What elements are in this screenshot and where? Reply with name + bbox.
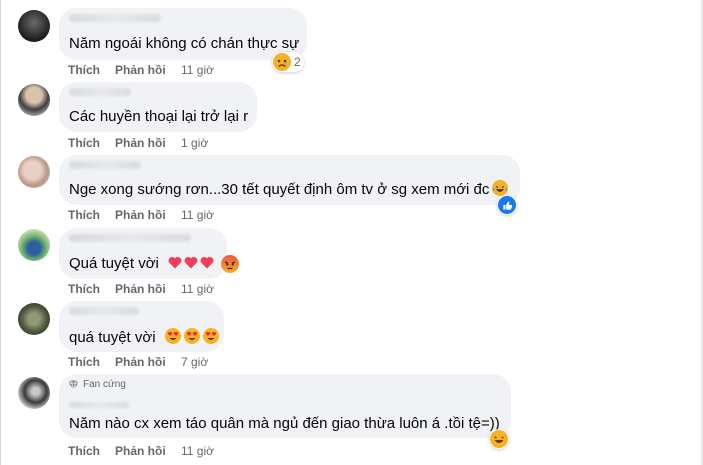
- diamond-icon: [68, 380, 79, 390]
- avatar[interactable]: [18, 84, 50, 116]
- comment-text: quá tuyệt vời: [69, 328, 219, 346]
- reaction-summary[interactable]: [489, 429, 509, 449]
- avatar[interactable]: [18, 10, 50, 42]
- comment-text: Năm nào cx xem táo quân mà ngủ đến giao …: [69, 415, 500, 432]
- comment-bubble: Các huyền thoại lại trở lại r: [59, 82, 257, 132]
- left-divider: [0, 0, 1, 465]
- like-link[interactable]: Thích: [68, 282, 115, 296]
- like-link[interactable]: Thích: [68, 444, 115, 458]
- laughing-face-icon: [490, 430, 508, 448]
- sad-face-icon: [273, 53, 291, 71]
- laughing-face-icon: [492, 180, 509, 196]
- heart-icon: [168, 256, 182, 269]
- reply-link[interactable]: Phản hồi: [115, 355, 181, 369]
- like-link[interactable]: Thích: [68, 136, 115, 150]
- comment-text-content: Quá tuyệt vời: [69, 255, 159, 272]
- comment-actions: Thích Phản hồi 1 giờ: [68, 136, 208, 150]
- author-name[interactable]: [69, 402, 129, 408]
- comment-actions: Thích Phản hồi 11 giờ: [68, 282, 214, 296]
- badge-label: Fan cứng: [83, 379, 126, 390]
- reaction-summary[interactable]: [220, 254, 240, 274]
- comment-bubble: Quá tuyệt vời: [59, 228, 227, 279]
- timestamp[interactable]: 11 giờ: [181, 63, 214, 77]
- angry-face-icon: [221, 255, 239, 273]
- author-name[interactable]: [69, 307, 139, 315]
- author-name[interactable]: [69, 161, 141, 169]
- reaction-summary[interactable]: [497, 195, 517, 215]
- timestamp[interactable]: 1 giờ: [181, 136, 208, 150]
- comment-text: Năm ngoái không có chán thực sự: [69, 35, 300, 52]
- author-name[interactable]: [69, 88, 131, 96]
- reply-link[interactable]: Phản hồi: [115, 63, 181, 77]
- avatar[interactable]: [18, 377, 50, 409]
- reply-link[interactable]: Phản hồi: [115, 208, 181, 222]
- comment-actions: Thích Phản hồi 11 giờ: [68, 63, 214, 77]
- heart-eyes-icon: [183, 328, 200, 344]
- comment-bubble: quá tuyệt vời: [59, 301, 224, 352]
- timestamp[interactable]: 11 giờ: [181, 444, 214, 458]
- reply-link[interactable]: Phản hồi: [115, 282, 181, 296]
- timestamp[interactable]: 11 giờ: [181, 282, 214, 296]
- avatar[interactable]: [18, 156, 50, 188]
- comment-text: Các huyền thoại lại trở lại r: [69, 108, 249, 125]
- comment-bubble: Năm ngoái không có chán thực sự: [59, 8, 307, 60]
- like-icon: [498, 196, 516, 214]
- heart-icon: [184, 256, 198, 269]
- like-link[interactable]: Thích: [68, 355, 115, 369]
- author-name[interactable]: [69, 14, 161, 22]
- fan-badge[interactable]: Fan cứng: [68, 379, 126, 390]
- reply-link[interactable]: Phản hồi: [115, 444, 181, 458]
- heart-eyes-icon: [202, 328, 219, 344]
- heart-icon: [200, 256, 214, 269]
- timestamp[interactable]: 11 giờ: [181, 208, 214, 222]
- comment-text-content: quá tuyệt vời: [69, 329, 156, 346]
- comment-text: Quá tuyệt vời: [69, 255, 214, 272]
- like-link[interactable]: Thích: [68, 63, 115, 77]
- comment-text-content: Nge xong sướng rơn...30 tết quyết định ô…: [69, 181, 490, 198]
- comment-bubble: Fan cứng Năm nào cx xem táo quân mà ngủ …: [59, 374, 511, 438]
- comment-actions: Thích Phản hồi 7 giờ: [68, 355, 208, 369]
- reply-link[interactable]: Phản hồi: [115, 136, 181, 150]
- comment-bubble: Nge xong sướng rơn...30 tết quyết định ô…: [59, 155, 520, 205]
- reaction-count: 2: [294, 55, 301, 69]
- comment-actions: Thích Phản hồi 11 giờ: [68, 208, 214, 222]
- comment-text: Nge xong sướng rơn...30 tết quyết định ô…: [69, 180, 509, 198]
- reaction-summary[interactable]: 2: [272, 52, 304, 72]
- heart-eyes-icon: [164, 328, 181, 344]
- avatar[interactable]: [18, 229, 50, 261]
- timestamp[interactable]: 7 giờ: [181, 355, 208, 369]
- author-name[interactable]: [69, 234, 191, 242]
- comment-actions: Thích Phản hồi 11 giờ: [68, 444, 214, 458]
- avatar[interactable]: [18, 303, 50, 335]
- like-link[interactable]: Thích: [68, 208, 115, 222]
